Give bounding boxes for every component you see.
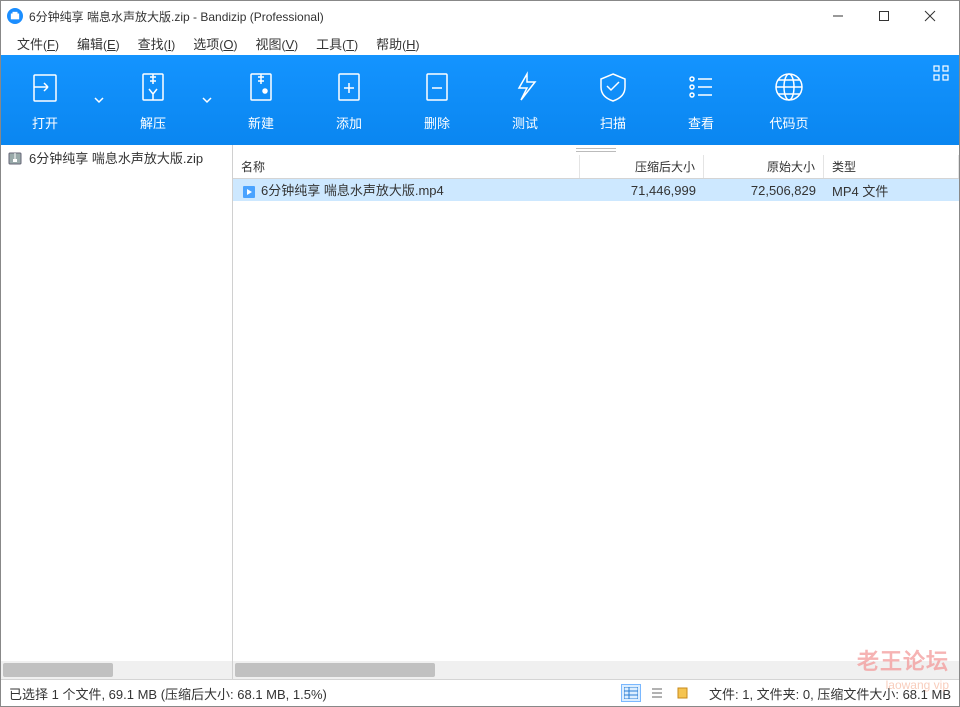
file-type-cell: MP4 文件	[824, 181, 959, 200]
status-view-icons	[621, 684, 693, 702]
menu-edit[interactable]: 编辑(E)	[69, 32, 128, 55]
menu-options[interactable]: 选项(O)	[185, 32, 245, 55]
open-button[interactable]: 打开	[1, 69, 89, 132]
col-name[interactable]: 名称	[233, 155, 580, 178]
extract-icon	[135, 69, 171, 105]
view-icon	[683, 69, 719, 105]
file-name-cell: 6分钟纯享 喘息水声放大版.mp4	[233, 180, 580, 200]
menu-view[interactable]: 视图(V)	[247, 32, 306, 55]
view-icons-icon[interactable]	[673, 684, 693, 702]
window-title: 6分钟纯享 喘息水声放大版.zip - Bandizip (Profession…	[29, 8, 324, 25]
menu-find[interactable]: 查找(I)	[130, 32, 184, 55]
view-list-icon[interactable]	[647, 684, 667, 702]
app-icon	[7, 8, 23, 24]
add-button[interactable]: 添加	[305, 55, 393, 145]
add-icon	[331, 69, 367, 105]
file-pane: 名称 压缩后大小 原始大小 类型 6分钟纯享 喘息水声放大版.mp4 71,44…	[233, 145, 959, 679]
codepage-icon	[771, 69, 807, 105]
split-handle[interactable]	[233, 145, 959, 155]
toolbar-overflow[interactable]	[933, 65, 949, 84]
view-button[interactable]: 查看	[657, 55, 745, 145]
file-scrollbar[interactable]	[233, 661, 959, 679]
col-orig[interactable]: 原始大小	[704, 155, 824, 178]
test-icon	[507, 69, 543, 105]
new-button[interactable]: 新建	[217, 55, 305, 145]
video-file-icon	[241, 184, 257, 200]
status-selection: 已选择 1 个文件, 69.1 MB (压缩后大小: 68.1 MB, 1.5%…	[9, 684, 327, 703]
col-packed[interactable]: 压缩后大小	[580, 155, 704, 178]
archive-icon	[7, 150, 23, 166]
folder-tree[interactable]: 6分钟纯享 喘息水声放大版.zip	[1, 145, 233, 679]
view-details-icon[interactable]	[621, 684, 641, 702]
file-row[interactable]: 6分钟纯享 喘息水声放大版.mp4 71,446,999 72,506,829 …	[233, 179, 959, 201]
extract-button[interactable]: 解压	[109, 69, 197, 132]
tree-scrollbar[interactable]	[1, 661, 232, 679]
extract-dropdown[interactable]	[197, 95, 217, 105]
delete-button[interactable]: 删除	[393, 55, 481, 145]
file-list[interactable]: 6分钟纯享 喘息水声放大版.mp4 71,446,999 72,506,829 …	[233, 179, 959, 661]
title-bar: 6分钟纯享 喘息水声放大版.zip - Bandizip (Profession…	[1, 1, 959, 31]
file-packed-cell: 71,446,999	[580, 183, 704, 198]
new-icon	[243, 69, 279, 105]
col-type[interactable]: 类型	[824, 155, 959, 178]
maximize-button[interactable]	[861, 1, 907, 31]
codepage-button[interactable]: 代码页	[745, 55, 833, 145]
tree-root[interactable]: 6分钟纯享 喘息水声放大版.zip	[1, 145, 232, 170]
open-dropdown[interactable]	[89, 95, 109, 105]
toolbar: 打开 解压 新建 添加 删除 测试 扫描 查看 代码页	[1, 55, 959, 145]
test-button[interactable]: 测试	[481, 55, 569, 145]
file-orig-cell: 72,506,829	[704, 183, 824, 198]
minimize-button[interactable]	[815, 1, 861, 31]
open-icon	[27, 69, 63, 105]
workspace: 6分钟纯享 喘息水声放大版.zip 名称 压缩后大小 原始大小 类型 6分钟纯享…	[1, 145, 959, 679]
delete-icon	[419, 69, 455, 105]
menu-help[interactable]: 帮助(H)	[368, 32, 427, 55]
menu-tools[interactable]: 工具(T)	[308, 32, 366, 55]
status-bar: 已选择 1 个文件, 69.1 MB (压缩后大小: 68.1 MB, 1.5%…	[1, 679, 959, 706]
close-button[interactable]	[907, 1, 953, 31]
menu-bar: 文件(F) 编辑(E) 查找(I) 选项(O) 视图(V) 工具(T) 帮助(H…	[1, 31, 959, 55]
menu-file[interactable]: 文件(F)	[9, 32, 67, 55]
tree-root-label: 6分钟纯享 喘息水声放大版.zip	[29, 148, 203, 167]
column-headers: 名称 压缩后大小 原始大小 类型	[233, 155, 959, 179]
scan-button[interactable]: 扫描	[569, 55, 657, 145]
scan-icon	[595, 69, 631, 105]
status-summary: 文件: 1, 文件夹: 0, 压缩文件大小: 68.1 MB	[709, 684, 951, 703]
